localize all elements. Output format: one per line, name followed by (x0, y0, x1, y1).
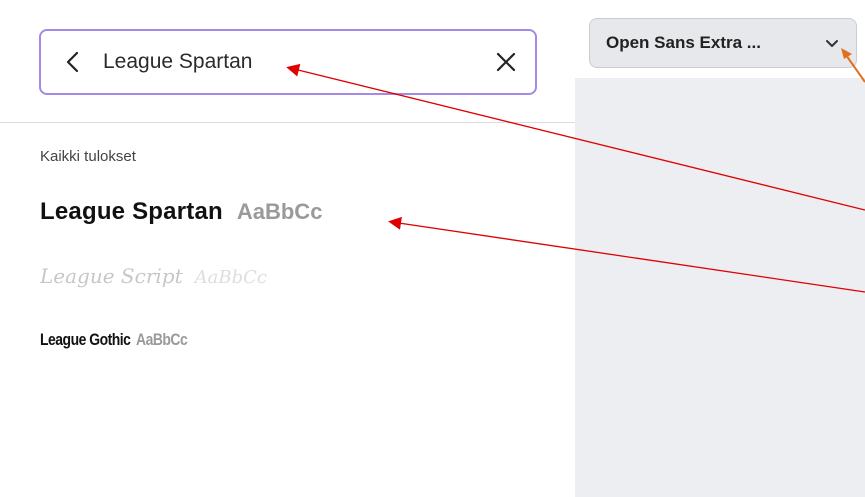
divider (0, 122, 575, 123)
font-result-league-gothic[interactable]: League Gothic AaBbCc (40, 330, 199, 350)
editor-canvas-area: Open Sans Extra ... (575, 0, 865, 497)
font-search-box[interactable] (39, 29, 537, 95)
chevron-down-icon (826, 40, 838, 47)
font-search-panel: Kaikki tulokset League Spartan AaBbCc Le… (0, 0, 575, 497)
editor-toolbar: Open Sans Extra ... (575, 0, 865, 78)
close-icon (496, 52, 516, 72)
back-button[interactable] (59, 48, 87, 76)
font-search-input[interactable] (103, 45, 473, 79)
font-result-name: League Script (40, 264, 183, 288)
font-family-dropdown[interactable]: Open Sans Extra ... (589, 18, 857, 68)
font-result-sample: AaBbCc (236, 199, 323, 224)
chevron-left-icon (66, 51, 79, 73)
font-result-sample: AaBbCc (136, 330, 188, 349)
font-result-name: League Gothic (40, 330, 131, 349)
font-family-label: Open Sans Extra ... (606, 33, 761, 52)
font-result-league-spartan[interactable]: League Spartan AaBbCc (40, 198, 322, 226)
font-result-sample: AaBbCc (194, 267, 267, 288)
clear-search-button[interactable] (491, 47, 521, 77)
section-title: Kaikki tulokset (40, 148, 136, 165)
font-result-name: League Spartan (40, 198, 223, 225)
font-result-league-script[interactable]: League Script AaBbCc (40, 264, 267, 288)
